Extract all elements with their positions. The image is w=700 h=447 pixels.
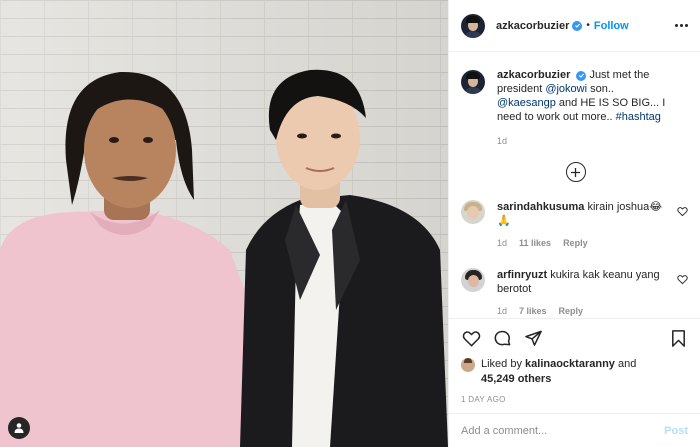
commenter-username[interactable]: sarindahkusuma xyxy=(497,201,584,213)
comment-time[interactable]: 1d xyxy=(497,238,507,248)
add-comment-bar: Post xyxy=(449,413,700,447)
heart-icon xyxy=(462,330,480,347)
comment-like-heart-icon[interactable] xyxy=(677,206,688,217)
post-photo[interactable] xyxy=(0,0,448,447)
commenter-avatar[interactable] xyxy=(461,200,485,224)
post-date[interactable]: 1 DAY AGO xyxy=(461,395,688,404)
comment-like-heart-icon[interactable] xyxy=(677,274,688,285)
caption-body-2: son.. xyxy=(587,83,614,95)
liked-by-middle: and xyxy=(614,358,637,370)
caption-author-avatar[interactable] xyxy=(461,70,485,94)
liked-by: Liked by kalinaocktaranny and 45,249 oth… xyxy=(461,357,688,387)
load-more-comments-button[interactable] xyxy=(565,162,586,182)
bookmark-icon xyxy=(671,329,685,347)
commenter-avatar[interactable] xyxy=(461,268,485,292)
paper-plane-icon xyxy=(524,330,542,346)
comments-section: azkacorbuzier Just met the president @jo… xyxy=(449,52,700,318)
header-separator: • xyxy=(586,20,590,31)
reply-button[interactable]: Reply xyxy=(559,306,584,316)
comment-input[interactable] xyxy=(461,424,665,437)
liked-by-prefix: Liked by xyxy=(481,358,526,370)
comment-button[interactable] xyxy=(492,328,512,348)
more-options-icon[interactable] xyxy=(675,24,688,27)
tagged-users-button[interactable] xyxy=(8,417,30,439)
user-icon xyxy=(14,423,24,433)
follow-button[interactable]: Follow xyxy=(594,20,629,32)
verified-badge-icon xyxy=(576,70,587,81)
like-button[interactable] xyxy=(461,328,481,348)
reply-button[interactable]: Reply xyxy=(563,238,588,248)
post-comment-button[interactable]: Post xyxy=(664,425,688,437)
liker-avatar[interactable] xyxy=(461,358,475,372)
caption-text: azkacorbuzier Just met the president @jo… xyxy=(497,68,672,124)
save-button[interactable] xyxy=(668,328,688,348)
post-side-panel: azkacorbuzier • Follow azkacorbuzier Jus… xyxy=(448,0,700,447)
mention-link[interactable]: @jokowi xyxy=(545,83,587,95)
post-actions-section: Liked by kalinaocktaranny and 45,249 oth… xyxy=(449,318,700,413)
post-header: azkacorbuzier • Follow xyxy=(449,0,700,52)
caption-username[interactable]: azkacorbuzier xyxy=(497,69,570,81)
comment-likes[interactable]: 7 likes xyxy=(519,306,547,316)
hashtag-link[interactable]: #hashtag xyxy=(616,111,661,123)
share-button[interactable] xyxy=(523,328,543,348)
caption-time: 1d xyxy=(497,136,508,146)
verified-badge-icon xyxy=(572,20,583,31)
comment-item: sarindahkusuma kirain joshua😂🙏 1d 11 lik… xyxy=(461,200,688,248)
author-username[interactable]: azkacorbuzier xyxy=(496,20,569,32)
action-bar xyxy=(461,319,688,357)
photo-people xyxy=(0,69,448,447)
instagram-post: azkacorbuzier • Follow azkacorbuzier Jus… xyxy=(0,0,700,447)
comment-likes[interactable]: 11 likes xyxy=(519,238,551,248)
liker-username[interactable]: kalinaocktaranny xyxy=(525,358,615,370)
plus-icon xyxy=(571,167,580,177)
caption: azkacorbuzier Just met the president @jo… xyxy=(461,68,688,124)
author-avatar[interactable] xyxy=(461,13,485,38)
comment-bubble-icon xyxy=(494,330,510,345)
commenter-username[interactable]: arfinryuzt xyxy=(497,269,547,281)
likes-count[interactable]: 45,249 others xyxy=(481,373,551,385)
mention-link[interactable]: @kaesangp xyxy=(497,97,556,109)
comment-time[interactable]: 1d xyxy=(497,306,507,316)
comment-item: arfinryuzt kukira kak keanu yang berotot… xyxy=(461,268,688,316)
